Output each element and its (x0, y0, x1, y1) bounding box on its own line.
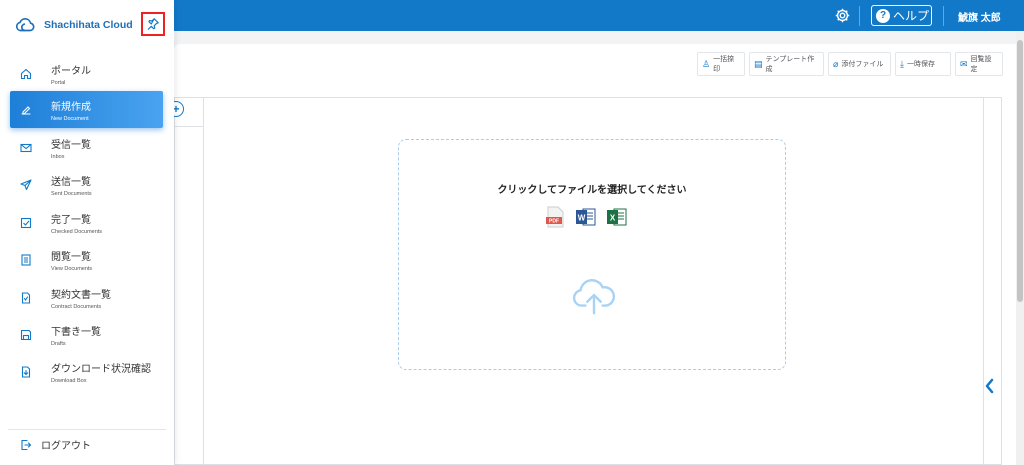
svg-text:X: X (610, 214, 616, 223)
attachment-button[interactable]: ⌀ 添付ファイル (828, 52, 891, 76)
contract-icon (21, 291, 31, 304)
pen-icon (21, 105, 31, 115)
download-icon: ⤓ (900, 58, 904, 69)
nav-item-inbox[interactable]: 受信一覧 Inbox (10, 129, 163, 166)
nav-label: 閲覧一覧 (51, 251, 91, 263)
temp-save-button[interactable]: ⤓ 一時保存 (895, 52, 951, 76)
gear-icon[interactable] (834, 7, 851, 24)
nav-label: 送信一覧 (51, 176, 91, 188)
sidebar-divider (8, 429, 166, 430)
excel-file-icon: X (607, 208, 627, 226)
nav-label: 契約文書一覧 (51, 289, 111, 301)
nav-item-view[interactable]: 閲覧一覧 View Documents (10, 241, 163, 278)
circulation-label: 回覧設定 (970, 56, 992, 73)
batch-stamp-label: 一括捺印 (713, 56, 735, 73)
help-icon: ? (876, 8, 890, 23)
logout-label: ログアウト (41, 441, 91, 452)
nav-item-checked[interactable]: 完了一覧 Checked Documents (10, 204, 163, 241)
chevron-left-icon[interactable] (985, 378, 995, 394)
right-panel-divider (983, 97, 984, 465)
nav-sublabel: Checked Documents (51, 228, 103, 235)
sidebar: Shachihata Cloud ポータル Portal 新規作成 New Docu… (0, 0, 174, 465)
template-label: テンプレート作成 (765, 56, 815, 73)
nav-item-drafts[interactable]: 下書き一覧 Drafts (10, 316, 163, 353)
cloud-logo-icon (15, 18, 35, 32)
upload-prompt: クリックしてファイルを選択してください (497, 185, 687, 196)
logout-icon (21, 439, 32, 450)
help-label: ヘルプ (893, 9, 930, 23)
cloud-upload-icon (572, 279, 616, 315)
nav-item-download[interactable]: ダウンロード状況確認 Download Box (10, 353, 163, 390)
nav-item-new-document[interactable]: 新規作成 New Document (10, 91, 163, 128)
file-dropzone[interactable]: クリックしてファイルを選択してください PDF W X (398, 139, 786, 370)
nav-sublabel: Drafts (51, 340, 66, 347)
header-divider (859, 6, 860, 26)
list-doc-icon (21, 253, 31, 266)
pin-sidebar-button[interactable] (141, 12, 165, 36)
svg-text:W: W (578, 214, 586, 223)
send-icon (20, 178, 32, 190)
nav-label: 新規作成 (51, 101, 91, 113)
logout-button[interactable]: ログアウト (20, 437, 91, 452)
file-type-icons: PDF W X (544, 206, 628, 228)
nav-sublabel: Inbox (51, 153, 65, 160)
brand[interactable]: Shachihata Cloud (14, 14, 133, 36)
nav-sublabel: Download Box (51, 377, 87, 384)
nav-item-contract[interactable]: 契約文書一覧 Contract Documents (10, 279, 163, 316)
download-icon (21, 365, 31, 378)
nav-label: 完了一覧 (51, 214, 91, 226)
stamp-icon: ♙ (702, 58, 711, 69)
template-icon: ▤ (754, 58, 763, 69)
template-button[interactable]: ▤ テンプレート作成 (749, 52, 824, 76)
brand-name: Shachihata Cloud (44, 19, 133, 31)
svg-text:PDF: PDF (549, 219, 559, 225)
help-button[interactable]: ? ヘルプ (871, 5, 932, 26)
mail-icon: ✉ (960, 58, 968, 69)
nav-sublabel: New Document (51, 115, 89, 122)
nav-item-sent[interactable]: 送信一覧 Sent Documents (10, 166, 163, 203)
batch-stamp-button[interactable]: ♙ 一括捺印 (697, 52, 745, 76)
user-name[interactable]: 鯱旗 太郎 (958, 9, 1001, 24)
scrollbar-thumb[interactable] (1017, 40, 1023, 302)
nav-sublabel: Sent Documents (51, 190, 92, 197)
nav-label: ダウンロード状況確認 (51, 363, 151, 375)
home-icon (20, 68, 32, 79)
header-divider (943, 6, 944, 26)
nav-sublabel: Contract Documents (51, 303, 102, 310)
nav-item-portal[interactable]: ポータル Portal (10, 55, 163, 92)
envelope-icon (20, 143, 32, 152)
paperclip-icon: ⌀ (833, 58, 839, 69)
thumbnail-header-line (174, 126, 203, 127)
nav-sublabel: Portal (51, 79, 66, 86)
pin-icon (147, 18, 159, 30)
circulation-button[interactable]: ✉ 回覧設定 (955, 52, 1003, 76)
nav-label: ポータル (51, 65, 91, 77)
temp-save-label: 一時保存 (906, 61, 935, 68)
word-file-icon: W (576, 208, 596, 226)
nav-label: 下書き一覧 (51, 326, 101, 338)
nav-label: 受信一覧 (51, 139, 91, 151)
attachment-label: 添付ファイル (841, 61, 884, 68)
thumbnail-divider (203, 97, 204, 465)
save-icon (20, 329, 32, 340)
check-square-icon (20, 217, 32, 228)
pdf-file-icon: PDF (546, 206, 564, 228)
nav-sublabel: View Documents (51, 265, 93, 272)
